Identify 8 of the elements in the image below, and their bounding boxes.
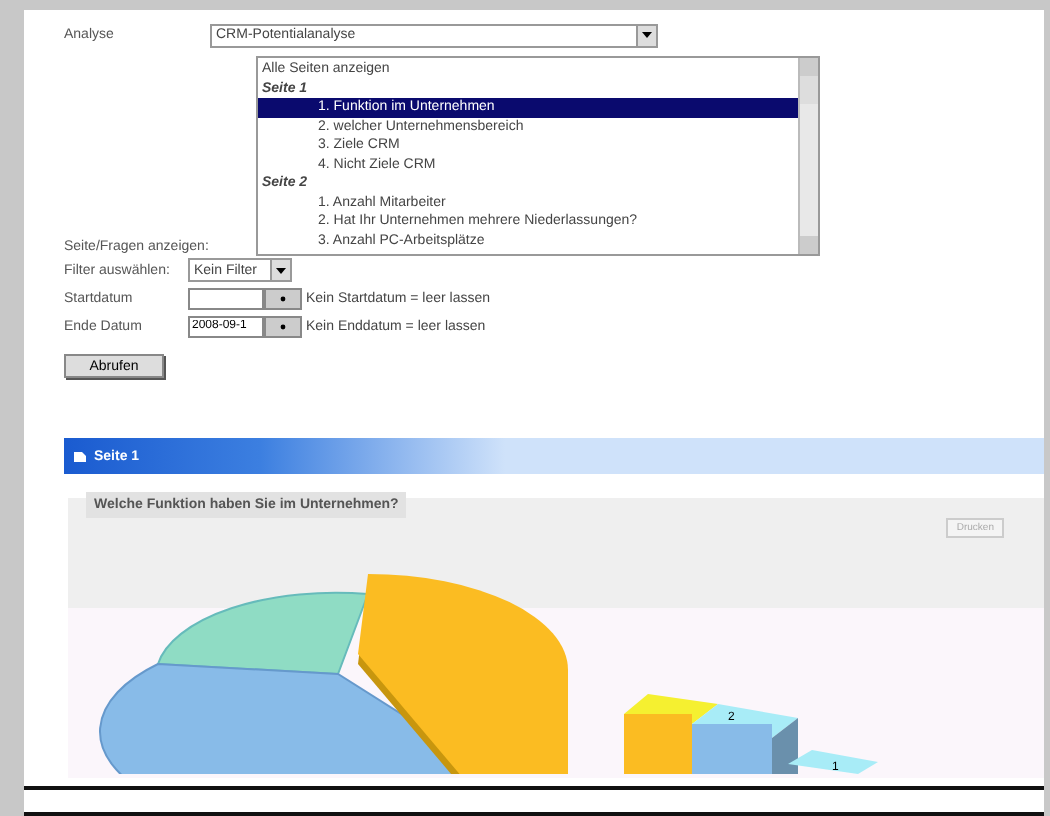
date-field[interactable] bbox=[188, 287, 264, 309]
date-picker-button[interactable] bbox=[264, 287, 302, 309]
scrollbar[interactable] bbox=[798, 58, 818, 254]
page-icon bbox=[72, 449, 88, 463]
date-picker-button[interactable] bbox=[264, 315, 302, 337]
dot-icon bbox=[278, 321, 288, 331]
pages-listbox[interactable] bbox=[256, 56, 820, 256]
dot-icon bbox=[278, 293, 288, 303]
